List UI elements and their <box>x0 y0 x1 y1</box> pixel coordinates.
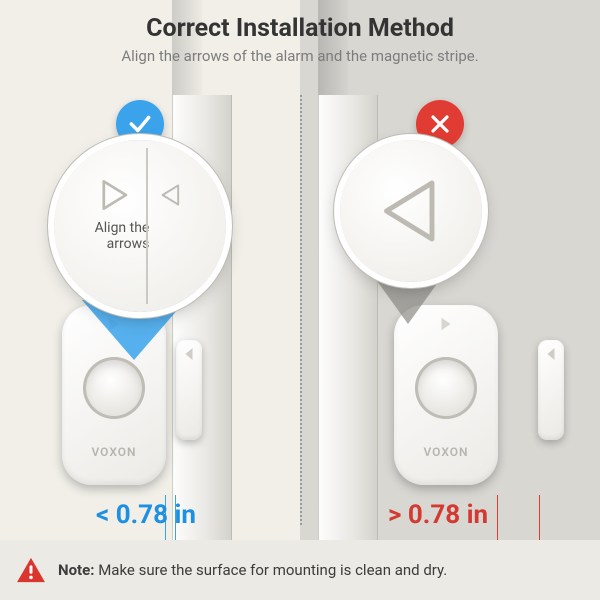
checkmark-icon <box>127 111 153 137</box>
cross-icon <box>428 112 452 136</box>
arrow-left-icon <box>376 176 446 246</box>
distance-ok-label: < 0.78 in <box>96 500 196 530</box>
incorrect-example: VOXON <box>300 295 590 515</box>
speaker-grille <box>415 357 477 419</box>
header: Correct Installation Method Align the ar… <box>0 14 600 65</box>
warning-icon <box>16 557 46 583</box>
brand-text: VOXON <box>394 445 498 459</box>
note-body: Make sure the surface for mounting is cl… <box>98 561 447 579</box>
magnifier-caption: Align the arrows <box>95 220 150 252</box>
note-text: Note: Make sure the surface for mounting… <box>58 561 447 579</box>
magnifier-incorrect <box>340 140 482 282</box>
title: Correct Installation Method <box>0 14 600 43</box>
distance-no-label: > 0.78 in <box>388 500 488 530</box>
speaker-grille <box>83 357 145 419</box>
subtitle: Align the arrows of the alarm and the ma… <box>0 47 600 65</box>
magnet-strip <box>538 340 564 440</box>
note-bar: Note: Make sure the surface for mounting… <box>0 540 600 600</box>
installation-infographic: Correct Installation Method Align the ar… <box>0 0 600 600</box>
brand-text: VOXON <box>62 445 166 459</box>
seam-line <box>146 148 148 304</box>
note-label: Note: <box>58 561 94 579</box>
magnifier-correct: Align the arrows <box>54 140 226 312</box>
arrow-right-icon <box>97 178 131 212</box>
arrow-left-icon <box>159 183 183 207</box>
alarm-unit: VOXON <box>394 305 498 485</box>
